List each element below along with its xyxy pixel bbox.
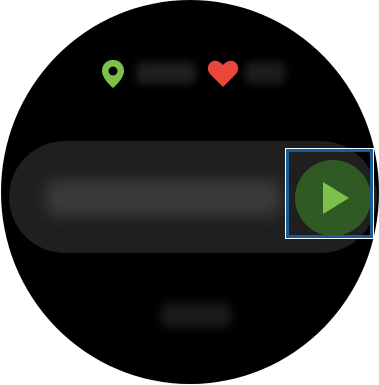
start-workout-button[interactable] xyxy=(295,160,371,236)
heart-icon xyxy=(207,60,239,87)
heart-rate-value xyxy=(245,62,285,84)
screen xyxy=(0,0,379,385)
location-status-value xyxy=(136,62,196,84)
watch-face xyxy=(1,0,379,384)
bottom-label xyxy=(161,303,231,327)
play-icon xyxy=(323,182,349,214)
workout-label xyxy=(46,180,281,216)
location-pin-icon xyxy=(102,60,124,88)
